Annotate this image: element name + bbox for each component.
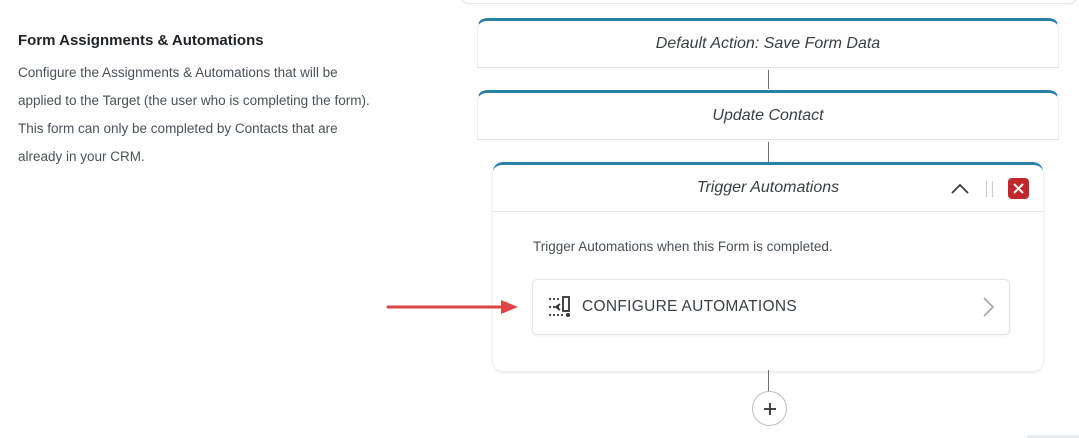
trigger-automations-panel: Trigger Automations Trigger Automations … — [493, 162, 1043, 371]
description-line: Configure the Assignments & Automations … — [18, 65, 338, 80]
connector-line — [768, 142, 769, 162]
step-update-contact[interactable]: Update Contact — [477, 90, 1059, 140]
panel-title: Trigger Automations — [696, 179, 840, 196]
panel-header: Trigger Automations — [493, 165, 1043, 212]
connector-line — [768, 370, 769, 391]
add-step-button[interactable] — [752, 391, 787, 426]
configure-automations-button[interactable]: CONFIGURE AUTOMATIONS — [532, 279, 1010, 335]
previous-card-edge — [462, 0, 1076, 4]
configure-automations-label: CONFIGURE AUTOMATIONS — [582, 298, 797, 315]
annotation-arrow-icon — [386, 300, 518, 314]
description-line: already in your CRM. — [18, 149, 145, 164]
chevron-up-icon[interactable] — [949, 177, 971, 199]
step-label: Default Action: Save Form Data — [655, 35, 881, 52]
step-default-action[interactable]: Default Action: Save Form Data — [477, 18, 1059, 68]
automation-icon — [549, 296, 570, 317]
section-title: Form Assignments & Automations — [18, 32, 264, 49]
description-line: This form can only be completed by Conta… — [18, 121, 338, 136]
step-label: Update Contact — [712, 107, 824, 124]
section-description: Configure the Assignments & Automations … — [18, 59, 438, 171]
panel-description: Trigger Automations when this Form is co… — [533, 239, 833, 254]
drag-handle-icon[interactable] — [986, 181, 993, 197]
connector-line — [768, 70, 769, 89]
chevron-right-icon — [983, 297, 995, 317]
description-line: applied to the Target (the user who is c… — [18, 93, 370, 108]
plus-icon — [763, 402, 776, 415]
section-info: Form Assignments & Automations Configure… — [18, 32, 438, 171]
close-icon[interactable] — [1008, 178, 1029, 199]
